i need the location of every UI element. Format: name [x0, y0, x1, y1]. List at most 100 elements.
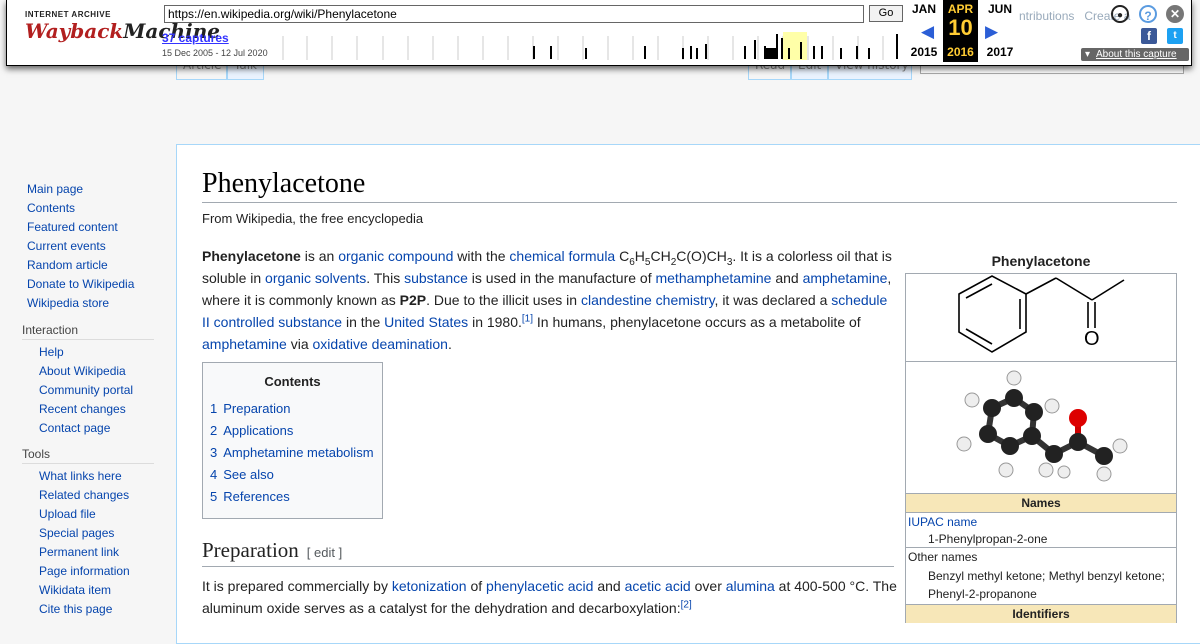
- sidebar-item-what-links-here[interactable]: What links here: [39, 467, 176, 486]
- twitter-icon[interactable]: t: [1167, 28, 1183, 44]
- help-icon[interactable]: ?: [1139, 5, 1157, 23]
- other-names-label: Other names: [908, 550, 978, 564]
- page-title: Phenylacetone: [202, 168, 1177, 203]
- link-clandestine-chemistry[interactable]: clandestine chemistry: [581, 292, 715, 308]
- sidebar-item-help[interactable]: Help: [39, 343, 176, 362]
- toc-title: Contents: [264, 374, 321, 389]
- skeletal-formula-image: O: [958, 275, 1125, 353]
- toc-link[interactable]: Applications: [223, 423, 293, 438]
- oxygen-atom-label: O: [1084, 328, 1100, 350]
- url-input[interactable]: https://en.wikipedia.org/wiki/Phenylacet…: [164, 5, 864, 23]
- capture-range: 15 Dec 2005 - 12 Jul 2020: [162, 48, 268, 58]
- wayback-toolbar: INTERNET ARCHIVE WaybackMachine https://…: [6, 0, 1192, 66]
- iupac-value: 1-Phenylpropan-2-one: [928, 532, 1048, 546]
- next-year-label: 2017: [986, 45, 1014, 59]
- toc-link[interactable]: See also: [223, 467, 274, 482]
- sidebar-item-permanent-link[interactable]: Permanent link: [39, 543, 176, 562]
- toc-item[interactable]: 2 Applications: [210, 420, 375, 442]
- link-substance[interactable]: substance: [404, 270, 468, 286]
- caret-down-icon: ▾: [1085, 49, 1091, 60]
- toc-number: 2: [210, 423, 218, 438]
- next-month-label: JUN: [987, 2, 1012, 16]
- sidebar-item-community-portal[interactable]: Community portal: [39, 381, 176, 400]
- toc-number: 4: [210, 467, 218, 482]
- sidebar-item-related-changes[interactable]: Related changes: [39, 486, 176, 505]
- current-month: APR 10 2016: [943, 0, 978, 62]
- go-button[interactable]: Go: [869, 5, 903, 22]
- prep-paragraph: It is prepared commercially by ketonizat…: [202, 578, 897, 616]
- other-names-value: Benzyl methyl ketone; Methyl benzyl keto…: [928, 569, 1165, 601]
- logo-wayback: Wayback: [25, 19, 124, 43]
- link-phenylacetic-acid[interactable]: phenylacetic acid: [486, 578, 593, 594]
- next-month[interactable]: JUN 2017: [983, 0, 1017, 62]
- link-organic-compound[interactable]: organic compound: [338, 248, 453, 264]
- toc-number: 5: [210, 489, 218, 504]
- facebook-icon[interactable]: f: [1141, 28, 1157, 44]
- infobox: Phenylacetone O Names IUPAC name 1-Pheny…: [905, 253, 1177, 623]
- ref-1[interactable]: [1]: [522, 313, 533, 324]
- iupac-name-link[interactable]: IUPAC name: [908, 515, 977, 529]
- sidebar-item-current-events[interactable]: Current events: [27, 237, 176, 256]
- month-selector: JAN 2015 ◀ APR 10 2016 ▶ JUN 2017: [903, 0, 1019, 66]
- tagline: From Wikipedia, the free encyclopedia: [202, 211, 424, 226]
- sidebar-item-recent-changes[interactable]: Recent changes: [39, 400, 176, 419]
- sidebar-item-main-page[interactable]: Main page: [27, 180, 176, 199]
- toc-item[interactable]: 5 References: [210, 486, 375, 508]
- toc-link[interactable]: Preparation: [223, 401, 290, 416]
- sidebar-item-upload-file[interactable]: Upload file: [39, 505, 176, 524]
- link-amphetamine[interactable]: amphetamine: [803, 270, 888, 286]
- close-icon[interactable]: ✕: [1166, 5, 1184, 23]
- sidebar-item-contact-page[interactable]: Contact page: [39, 419, 176, 438]
- sidebar-heading-tools: Tools: [22, 447, 154, 464]
- bold-p2p: P2P: [399, 292, 427, 308]
- link-alumina[interactable]: alumina: [726, 578, 775, 594]
- 3d-model-image: [956, 370, 1128, 482]
- toc-item[interactable]: 4 See also: [210, 464, 375, 486]
- about-capture-label: About this capture: [1096, 49, 1177, 60]
- sidebar-heading-interaction: Interaction: [22, 323, 154, 340]
- main-content: Phenylacetone From Wikipedia, the free e…: [176, 144, 1200, 644]
- edit-section-link[interactable]: [ edit ]: [307, 545, 342, 560]
- sidebar-item-random-article[interactable]: Random article: [27, 256, 176, 275]
- lead-paragraph: Phenylacetone is an organic compound wit…: [202, 248, 892, 352]
- prev-capture-arrow-icon[interactable]: ◀: [921, 22, 934, 42]
- sidebar-item-special-pages[interactable]: Special pages: [39, 524, 176, 543]
- cur-month-label: APR: [947, 2, 974, 16]
- structure-diagram[interactable]: O: [905, 273, 1177, 361]
- link-organic-solvents[interactable]: organic solvents: [265, 270, 366, 286]
- sidebar-item-wikipedia-store[interactable]: Wikipedia store: [27, 294, 176, 313]
- toc-link[interactable]: References: [223, 489, 289, 504]
- sidebar: Main page Contents Featured content Current…: [0, 144, 176, 619]
- wayback-logo[interactable]: INTERNET ARCHIVE WaybackMachine: [25, 10, 220, 50]
- sidebar-item-page-information[interactable]: Page information: [39, 562, 176, 581]
- sidebar-item-featured-content[interactable]: Featured content: [27, 218, 176, 237]
- infobox-names-header: Names: [905, 493, 1177, 512]
- sidebar-item-contents[interactable]: Contents: [27, 199, 176, 218]
- infobox-identifiers-header: Identifiers: [905, 604, 1177, 623]
- sidebar-item-cite-this-page[interactable]: Cite this page: [39, 600, 176, 619]
- section-heading-preparation: Preparation[ edit ]: [202, 539, 894, 567]
- infobox-title: Phenylacetone: [991, 253, 1091, 269]
- link-chemical-formula[interactable]: chemical formula: [509, 248, 615, 264]
- about-capture-button[interactable]: ▾ About this capture: [1081, 48, 1189, 61]
- logo-internet-archive: INTERNET ARCHIVE: [25, 10, 111, 19]
- toc-link[interactable]: Amphetamine metabolism: [223, 445, 373, 460]
- link-methamphetamine[interactable]: methamphetamine: [655, 270, 771, 286]
- link-oxidative-deamination[interactable]: oxidative deamination: [313, 336, 448, 352]
- captures-link[interactable]: 37 captures: [162, 31, 229, 45]
- capture-sparkline[interactable]: [277, 30, 903, 60]
- toc-number: 1: [210, 401, 218, 416]
- toc-item[interactable]: 3 Amphetamine metabolism: [210, 442, 375, 464]
- ball-and-stick-model[interactable]: [905, 361, 1177, 493]
- link-united-states[interactable]: United States: [384, 314, 468, 330]
- link-ketonization[interactable]: ketonization: [392, 578, 467, 594]
- link-acetic-acid[interactable]: acetic acid: [625, 578, 691, 594]
- toc-item[interactable]: 1 Preparation: [210, 398, 375, 420]
- ref-2[interactable]: [2]: [681, 599, 692, 610]
- link-amphetamine-2[interactable]: amphetamine: [202, 336, 287, 352]
- sidebar-item-wikidata-item[interactable]: Wikidata item: [39, 581, 176, 600]
- user-icon[interactable]: ●: [1111, 5, 1129, 23]
- sidebar-item-donate-to-wikipedia[interactable]: Donate to Wikipedia: [27, 275, 176, 294]
- toc-number: 3: [210, 445, 218, 460]
- sidebar-item-about-wikipedia[interactable]: About Wikipedia: [39, 362, 176, 381]
